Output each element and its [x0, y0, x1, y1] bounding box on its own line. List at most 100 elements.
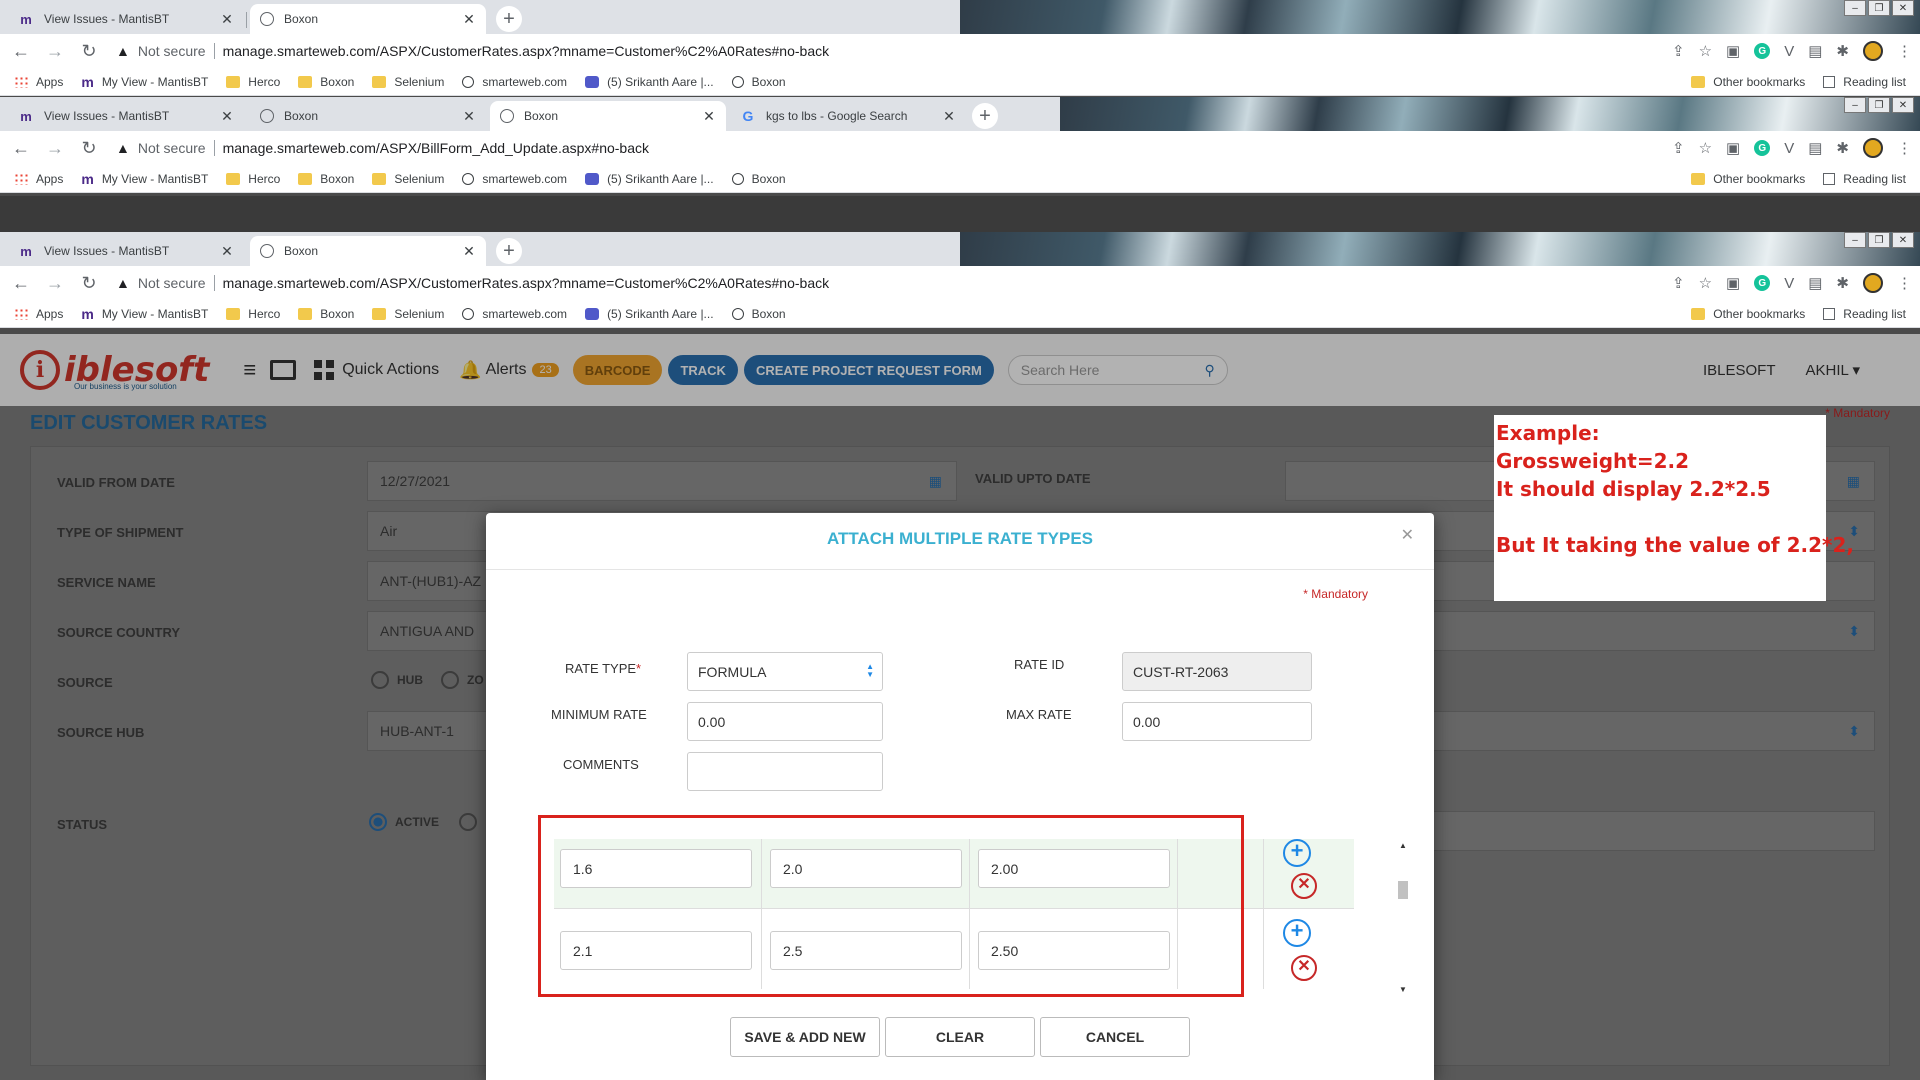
tab-mantis[interactable]: m View Issues - MantisBT ✕ [8, 236, 244, 266]
selenium-ext-icon[interactable]: ▣ [1726, 274, 1740, 292]
bookmark-smarteweb[interactable]: smarteweb.com [462, 307, 567, 321]
bookmark-boxon[interactable]: Boxon [298, 307, 354, 321]
bookmark-selenium[interactable]: Selenium [372, 75, 444, 89]
other-bookmarks[interactable]: Other bookmarks [1691, 172, 1805, 186]
ext-off-icon[interactable]: ▤ [1808, 139, 1822, 157]
calendar-icon[interactable]: ▦ [1847, 473, 1860, 490]
star-icon[interactable]: ☆ [1699, 42, 1712, 60]
bookmark-apps[interactable]: Apps [14, 75, 63, 89]
tab-boxon[interactable]: Boxon ✕ [250, 4, 486, 34]
menu-icon[interactable]: ⋮ [1897, 42, 1912, 60]
status-active-radio[interactable]: ACTIVE [369, 813, 478, 831]
maximize-button[interactable]: ❐ [1868, 97, 1890, 113]
source-hub-radio[interactable]: HUB [371, 671, 423, 689]
grammarly-icon[interactable]: G [1754, 43, 1771, 59]
barcode-button[interactable]: BARCODE [572, 355, 663, 385]
company-name[interactable]: IBLESOFT [1703, 362, 1776, 379]
bookmark-boxon-2[interactable]: Boxon [731, 75, 786, 89]
quick-actions-button[interactable]: Quick Actions [314, 360, 439, 380]
bookmark-apps[interactable]: Apps [14, 307, 63, 321]
add-row-icon[interactable]: + [1283, 919, 1311, 947]
close-icon[interactable]: ✕ [220, 243, 234, 260]
close-icon[interactable]: ✕ [702, 108, 716, 125]
forward-icon[interactable]: → [42, 41, 68, 62]
bookmark-mantis[interactable]: m My View - MantisBT [81, 74, 208, 90]
profile-avatar[interactable] [1863, 41, 1883, 61]
alerts-button[interactable]: 🔔 Alerts 23 [459, 360, 559, 381]
close-icon[interactable]: ✕ [220, 108, 234, 125]
close-icon[interactable]: ✕ [462, 108, 476, 125]
valid-from-field[interactable]: 12/27/2021 ▦ [367, 461, 957, 501]
puzzle-icon[interactable]: ✱ [1836, 42, 1849, 60]
puzzle-icon[interactable]: ✱ [1836, 139, 1849, 157]
other-bookmarks[interactable]: Other bookmarks [1691, 75, 1805, 89]
hamburger-menu-icon[interactable]: ≡ [243, 357, 256, 383]
bookmark-selenium[interactable]: Selenium [372, 307, 444, 321]
ext-off-icon[interactable]: ▤ [1808, 42, 1822, 60]
bookmark-apps[interactable]: Apps [14, 172, 63, 186]
bookmark-boxon-2[interactable]: Boxon [731, 307, 786, 321]
reload-icon[interactable]: ↻ [76, 41, 102, 62]
minimize-button[interactable]: – [1844, 97, 1866, 113]
new-tab-button[interactable]: + [972, 103, 998, 129]
user-menu[interactable]: AKHIL ▾ [1806, 361, 1861, 379]
security-indicator[interactable]: ▲ Not secure [116, 140, 206, 156]
rate-rows-scrollbar[interactable]: ▲ ▼ [1396, 825, 1410, 994]
close-icon[interactable]: ✕ [462, 11, 476, 28]
tab-boxon[interactable]: Boxon ✕ [250, 236, 486, 266]
new-tab-button[interactable]: + [496, 238, 522, 264]
ext-icon[interactable]: V [1784, 140, 1794, 157]
reload-icon[interactable]: ↻ [76, 138, 102, 159]
tab-boxon-active[interactable]: Boxon ✕ [490, 101, 726, 131]
bookmark-smarteweb[interactable]: smarteweb.com [462, 172, 567, 186]
menu-icon[interactable]: ⋮ [1897, 274, 1912, 292]
bookmark-teams[interactable]: (5) Srikanth Aare |... [585, 75, 714, 89]
bookmark-teams[interactable]: (5) Srikanth Aare |... [585, 172, 714, 186]
ext-off-icon[interactable]: ▤ [1808, 274, 1822, 292]
share-icon[interactable]: ⇪ [1672, 274, 1685, 292]
url-field[interactable]: manage.smarteweb.com/ASPX/CustomerRates.… [223, 275, 1672, 291]
selenium-ext-icon[interactable]: ▣ [1726, 139, 1740, 157]
close-icon[interactable]: ✕ [942, 108, 956, 125]
source-zone-radio[interactable]: ZO [441, 671, 484, 689]
save-add-new-button[interactable]: SAVE & ADD NEW [730, 1017, 880, 1057]
remarks-field[interactable] [1421, 811, 1875, 851]
rate-type-select[interactable]: FORMULA ▲ ▼ [687, 652, 883, 691]
close-icon[interactable]: ✕ [462, 243, 476, 260]
add-row-icon[interactable]: + [1283, 839, 1311, 867]
close-window-button[interactable]: ✕ [1892, 97, 1914, 113]
minimum-rate-input[interactable]: 0.00 [687, 702, 883, 741]
profile-avatar[interactable] [1863, 273, 1883, 293]
minimize-button[interactable]: – [1844, 0, 1866, 16]
minimize-button[interactable]: – [1844, 232, 1866, 248]
monitor-icon[interactable] [270, 360, 297, 380]
reading-list[interactable]: Reading list [1823, 75, 1906, 89]
bookmark-herco[interactable]: Herco [226, 307, 280, 321]
star-icon[interactable]: ☆ [1699, 274, 1712, 292]
bookmark-boxon-2[interactable]: Boxon [731, 172, 786, 186]
calendar-icon[interactable]: ▦ [929, 473, 942, 490]
create-project-request-button[interactable]: CREATE PROJECT REQUEST FORM [743, 355, 994, 385]
bookmark-herco[interactable]: Herco [226, 75, 280, 89]
menu-icon[interactable]: ⋮ [1897, 139, 1912, 157]
new-tab-button[interactable]: + [496, 6, 522, 32]
close-window-button[interactable]: ✕ [1892, 0, 1914, 16]
reading-list[interactable]: Reading list [1823, 172, 1906, 186]
close-icon[interactable]: ✕ [1401, 525, 1414, 545]
share-icon[interactable]: ⇪ [1672, 42, 1685, 60]
bookmark-mantis[interactable]: m My View - MantisBT [81, 171, 208, 187]
search-icon[interactable]: ⚲ [1205, 362, 1215, 379]
ext-icon[interactable]: V [1784, 43, 1794, 60]
maximize-button[interactable]: ❐ [1868, 232, 1890, 248]
security-indicator[interactable]: ▲ Not secure [116, 275, 206, 291]
close-icon[interactable]: ✕ [220, 11, 234, 28]
remove-row-icon[interactable]: ✕ [1291, 873, 1317, 899]
forward-icon[interactable]: → [42, 273, 68, 294]
logo[interactable]: i iblesoft Our business is your solution [20, 350, 209, 391]
reload-icon[interactable]: ↻ [76, 273, 102, 294]
bookmark-boxon[interactable]: Boxon [298, 172, 354, 186]
url-field[interactable]: manage.smarteweb.com/ASPX/BillForm_Add_U… [223, 140, 1672, 156]
comments-input[interactable] [687, 752, 883, 791]
global-search-input[interactable]: Search Here ⚲ [1007, 355, 1228, 385]
scroll-down-icon[interactable]: ▼ [1399, 985, 1407, 994]
